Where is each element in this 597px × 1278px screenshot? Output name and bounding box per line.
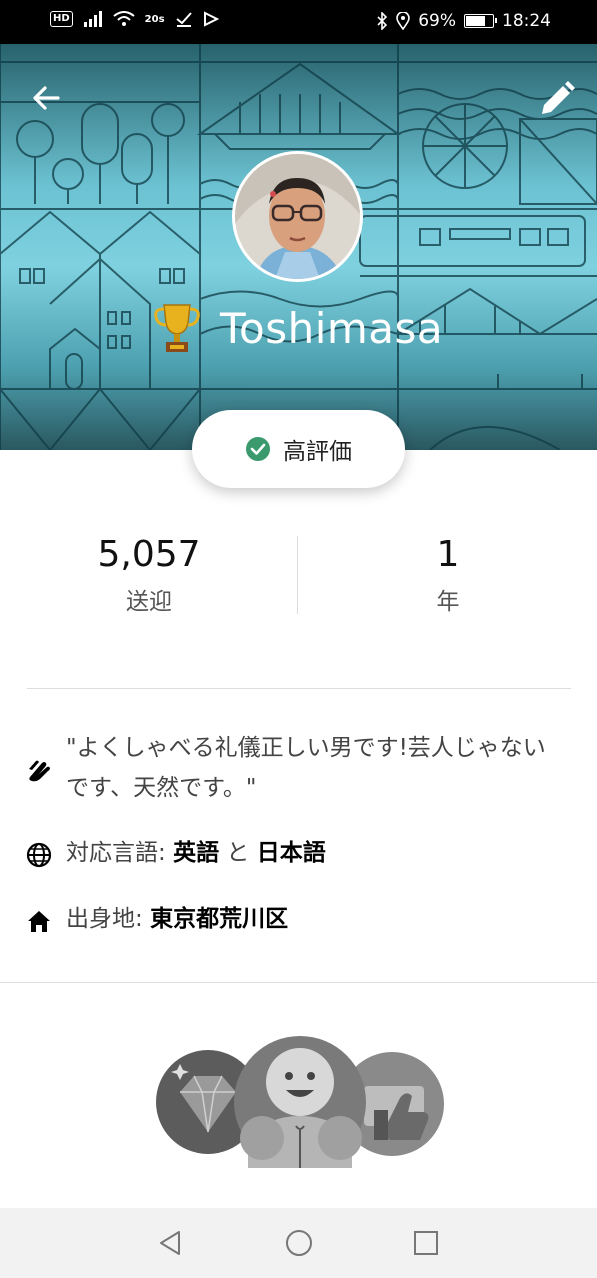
driver-name: Toshimasa — [220, 303, 444, 353]
divider — [27, 688, 571, 689]
driver-bio: "よくしゃべる礼儀正しい男です!芸人じゃないです、天然です。" — [66, 735, 546, 801]
check-notification-icon — [175, 12, 192, 27]
years-count: 1 — [436, 534, 460, 575]
languages-join: と — [226, 840, 250, 866]
bluetooth-icon — [377, 12, 388, 30]
waving-hand-icon — [29, 760, 50, 782]
years-stat: 1 年 — [299, 534, 597, 616]
profile-photo — [235, 154, 360, 279]
back-button[interactable] — [28, 80, 64, 116]
circle-home-icon[interactable] — [284, 1228, 314, 1258]
languages-label: 対応言語: — [66, 840, 166, 866]
hd-indicator: HD — [50, 11, 73, 27]
edit-button[interactable] — [536, 78, 578, 120]
system-navigation-bar — [0, 1208, 597, 1278]
hometown-label: 出身地: — [66, 906, 143, 932]
speed-indicator: 20s — [144, 13, 165, 25]
location-icon — [396, 12, 411, 30]
compliment-badges[interactable] — [150, 1034, 450, 1174]
status-bar: HD 20s 69% 18:24 — [0, 0, 597, 44]
check-circle-icon — [246, 437, 270, 461]
battery-percent: 69% — [418, 11, 456, 31]
hometown-row: 出身地: 東京都荒川区 — [66, 902, 288, 936]
rating-badge: 高評価 — [192, 410, 405, 488]
hometown-value: 東京都荒川区 — [150, 906, 289, 932]
smiley-badge-icon — [234, 1036, 366, 1168]
avatar — [232, 151, 363, 282]
trophy-icon — [154, 304, 200, 352]
trips-stat: 5,057 送迎 — [0, 534, 298, 616]
stats-divider — [297, 536, 298, 614]
home-icon — [28, 911, 50, 932]
battery-icon — [464, 14, 497, 28]
globe-icon — [26, 842, 52, 868]
divider — [0, 982, 597, 983]
square-recents-icon[interactable] — [411, 1228, 441, 1258]
trips-count: 5,057 — [97, 534, 201, 575]
send-notification-icon — [203, 11, 219, 27]
name-row: Toshimasa — [152, 300, 443, 356]
languages-row: 対応言語: 英語 と 日本語 — [66, 836, 326, 870]
trips-label: 送迎 — [126, 589, 172, 615]
language-2: 日本語 — [256, 840, 326, 866]
profile-header: Toshimasa — [0, 44, 597, 450]
triangle-back-icon[interactable] — [155, 1228, 185, 1258]
years-label: 年 — [436, 589, 460, 615]
language-1: 英語 — [173, 840, 220, 866]
signal-icon — [83, 11, 102, 27]
wifi-icon — [113, 11, 135, 26]
rating-badge-label: 高評価 — [283, 439, 352, 465]
clock: 18:24 — [502, 11, 551, 31]
